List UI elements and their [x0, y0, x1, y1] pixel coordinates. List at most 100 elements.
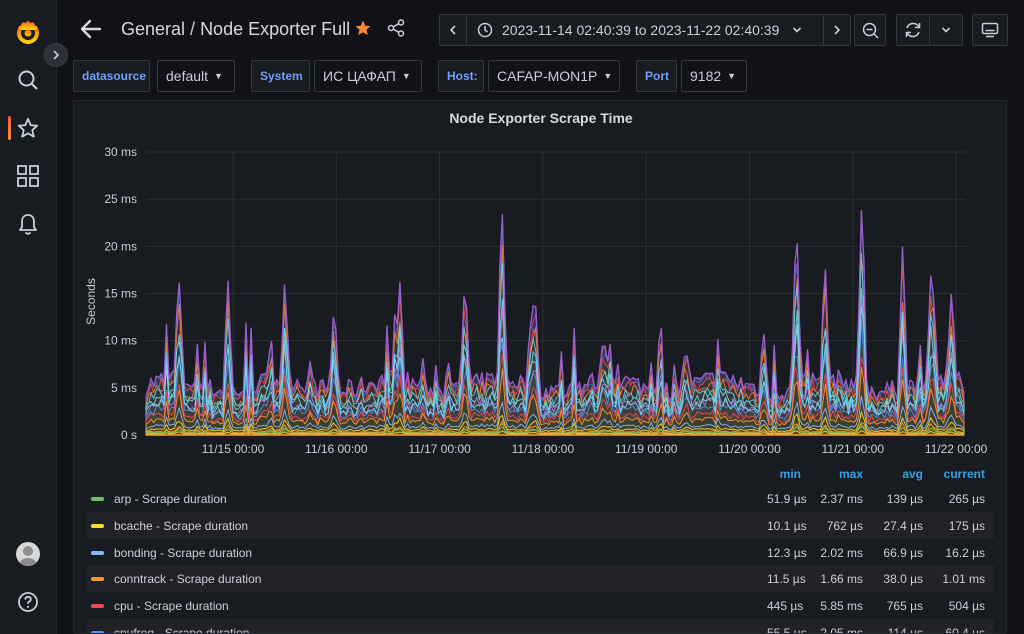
chevron-down-icon: ▼ — [401, 71, 411, 81]
x-tick-label: 11/19 00:00 — [615, 442, 678, 456]
help-icon[interactable] — [14, 588, 42, 616]
legend-series-name[interactable]: bonding - Scrape duration — [114, 546, 252, 560]
search-icon[interactable] — [14, 66, 42, 94]
chevron-down-icon — [793, 27, 802, 33]
legend-value-max: 5.85 ms — [820, 599, 863, 614]
y-tick-label: 25 ms — [104, 192, 137, 206]
legend-value-min: 55.5 µs — [767, 626, 807, 634]
series-color-swatch[interactable] — [91, 497, 104, 501]
monitor-icon — [981, 22, 999, 38]
legend-value-avg: 765 µs — [886, 599, 923, 614]
legend-header-min[interactable]: min — [767, 467, 801, 481]
x-tick-label: 11/21 00:00 — [822, 442, 885, 456]
active-indicator — [8, 116, 11, 140]
x-tick-label: 11/16 00:00 — [305, 442, 368, 456]
legend-row[interactable]: cpu - Scrape duration 445 µs 5.85 ms 765 µs… — [87, 592, 994, 619]
y-tick-label: 10 ms — [104, 334, 137, 348]
legend-value-avg: 66.9 µs — [883, 545, 923, 560]
legend-value-max: 2.02 ms — [820, 545, 863, 560]
legend-row[interactable]: arp - Scrape duration 51.9 µs 2.37 ms 139 µ… — [87, 485, 994, 512]
chevron-down-icon: ▼ — [727, 71, 737, 81]
var-select-port[interactable]: 9182 ▼ — [681, 60, 747, 92]
legend-value-avg: 114 µs — [887, 626, 923, 634]
tv-mode-button[interactable] — [972, 14, 1008, 46]
legend-value-current: 60.4 µs — [945, 626, 985, 634]
y-tick-label: 5 ms — [111, 381, 137, 395]
breadcrumb-separator: / — [185, 19, 201, 39]
x-tick-label: 11/22 00:00 — [925, 442, 988, 456]
chevron-down-icon: ▼ — [603, 71, 613, 81]
y-axis-label: Seconds — [84, 278, 98, 325]
breadcrumb-folder[interactable]: General — [121, 19, 185, 39]
var-label-host: Host: — [438, 60, 484, 92]
series-color-swatch[interactable] — [91, 550, 104, 555]
legend-value-current: 504 µs — [948, 599, 985, 614]
back-arrow-icon[interactable] — [78, 16, 104, 42]
legend-value-max: 2.05 ms — [820, 626, 863, 634]
legend-value-max: 2.37 ms — [820, 492, 863, 506]
time-picker-button[interactable]: 2023-11-14 02:40:39 to 2023-11-22 02:40:… — [466, 14, 824, 46]
legend-value-current: 16.2 µs — [945, 545, 985, 560]
expand-sidebar-button[interactable] — [44, 43, 68, 67]
legend-header-max[interactable]: max — [827, 467, 863, 481]
topbar: General / Node Exporter Full 2023-11-14 … — [58, 0, 1024, 60]
legend-value-current: 1.01 ms — [942, 572, 985, 587]
bell-icon[interactable] — [14, 210, 42, 238]
legend-series-name[interactable]: conntrack - Scrape duration — [114, 572, 261, 586]
legend-value-max: 762 µs — [826, 518, 863, 533]
var-label-port: Port — [636, 60, 677, 92]
legend-series-name[interactable]: cpu - Scrape duration — [114, 599, 229, 613]
y-tick-label: 0 s — [121, 428, 137, 442]
legend-value-min: 12.3 µs — [767, 545, 807, 560]
favorite-star-icon[interactable] — [354, 19, 372, 42]
y-tick-label: 30 ms — [104, 145, 137, 159]
time-shift-forward-button[interactable] — [823, 14, 851, 46]
var-value-port: 9182 — [690, 68, 722, 84]
legend-value-min: 10.1 µs — [767, 518, 807, 533]
y-tick-label: 15 ms — [104, 287, 137, 301]
var-select-datasource[interactable]: default ▼ — [157, 60, 235, 92]
y-tick-label: 20 ms — [104, 239, 137, 253]
dashboard-title[interactable]: Node Exporter Full — [200, 19, 350, 39]
var-label-datasource: datasource — [73, 60, 150, 92]
avatar[interactable] — [16, 542, 40, 566]
legend-value-current: 265 µs — [948, 492, 985, 506]
legend-row[interactable]: bcache - Scrape duration 10.1 µs 762 µs 27.… — [87, 511, 994, 539]
zoom-out-button[interactable] — [854, 14, 886, 46]
legend-series-name[interactable]: bcache - Scrape duration — [114, 519, 248, 533]
refresh-interval-dropdown[interactable] — [929, 14, 963, 46]
chevron-down-icon — [941, 27, 951, 33]
scrape-time-panel: Node Exporter Scrape Time 0 s5 ms 10 ms 15… — [73, 100, 1007, 634]
zoom-out-icon — [862, 22, 879, 39]
legend-row[interactable]: conntrack - Scrape duration 11.5 µs 1.66 m… — [87, 565, 994, 593]
legend-header-avg[interactable]: avg — [887, 467, 923, 481]
legend-row[interactable]: bonding - Scrape duration 12.3 µs 2.02 ms 6… — [87, 539, 994, 566]
legend-series-name[interactable]: arp - Scrape duration — [114, 492, 227, 506]
legend-series-name[interactable]: cpufreq - Scrape duration — [114, 626, 249, 633]
legend-row[interactable]: cpufreq - Scrape duration 55.5 µs 2.05 ms 1… — [87, 619, 994, 634]
legend-value-current: 175 µs — [948, 518, 985, 533]
var-value-datasource: default — [166, 68, 209, 84]
share-icon[interactable] — [387, 19, 405, 42]
chevron-down-icon: ▼ — [214, 71, 223, 81]
legend-value-min: 445 µs — [767, 599, 804, 614]
var-select-host[interactable]: CAFAP-MON1P ▼ — [488, 60, 620, 92]
legend-value-avg: 38.0 µs — [883, 572, 923, 587]
x-tick-label: 11/18 00:00 — [512, 442, 575, 456]
clock-icon — [477, 22, 493, 38]
var-label-system: System — [251, 60, 310, 92]
grafana-logo[interactable] — [14, 18, 42, 46]
star-icon[interactable] — [14, 114, 42, 142]
x-tick-label: 11/15 00:00 — [202, 442, 265, 456]
series-color-swatch[interactable] — [91, 523, 104, 528]
refresh-icon — [905, 22, 921, 38]
time-shift-back-button[interactable] — [439, 14, 467, 46]
legend-header-current[interactable]: current — [934, 467, 985, 481]
refresh-button[interactable] — [896, 14, 930, 46]
x-tick-label: 11/17 00:00 — [408, 442, 471, 456]
dashboards-icon[interactable] — [14, 162, 42, 190]
series-color-swatch[interactable] — [91, 604, 104, 609]
scrape-time-chart[interactable]: 0 s 5 ms 10 ms 15 ms 20 ms 25 ms 30 ms 11/15 00… — [74, 101, 1007, 461]
series-color-swatch[interactable] — [91, 577, 104, 582]
var-select-system[interactable]: ИС ЦАФАП ▼ — [314, 60, 422, 92]
